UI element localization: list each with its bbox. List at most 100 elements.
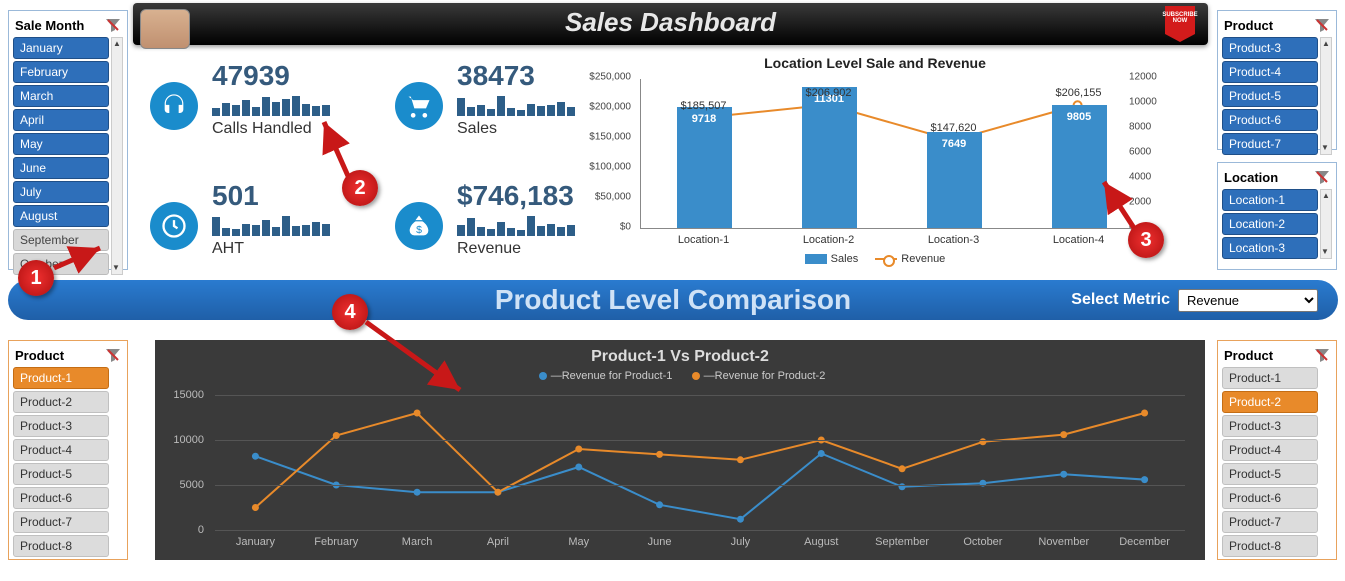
slicer-product-right[interactable]: Product Product-1Product-2Product-3Produ… — [1217, 340, 1337, 560]
slicer-item[interactable]: Location-1 — [1222, 189, 1318, 211]
slicer-item[interactable]: April — [13, 109, 109, 131]
kpi-value: 501 — [212, 180, 259, 212]
section-title: Product Level Comparison — [495, 284, 851, 316]
slicer-item[interactable]: Product-6 — [13, 487, 109, 509]
chart-legend: —Revenue for Product-1 —Revenue for Prod… — [155, 370, 1205, 382]
chart-title: Product-1 Vs Product-2 — [155, 340, 1205, 366]
slicer-title: Product — [1224, 18, 1273, 33]
x-tick: February — [314, 536, 358, 548]
kpi-value: 47939 — [212, 60, 290, 92]
slicer-item[interactable]: July — [13, 181, 109, 203]
slicer-title: Product — [1224, 348, 1273, 363]
x-tick: August — [804, 536, 838, 548]
slicer-item[interactable]: Product-3 — [1222, 37, 1318, 59]
slicer-item[interactable]: Product-1 — [13, 367, 109, 389]
callout-2: 2 — [342, 170, 378, 206]
slicer-item[interactable]: January — [13, 37, 109, 59]
clear-filter-icon[interactable] — [105, 17, 121, 33]
moneybag-icon: $ — [395, 202, 443, 250]
bar: 7649 — [927, 132, 982, 228]
kpi-sales: 38473 Sales — [395, 60, 585, 150]
slicer-sale-month[interactable]: Sale Month ▲▼ JanuaryFebruaryMarchAprilM… — [8, 10, 128, 270]
avatar — [140, 9, 190, 49]
slicer-item[interactable]: Product-7 — [13, 511, 109, 533]
scrollbar[interactable]: ▲▼ — [111, 37, 123, 275]
slicer-item[interactable]: June — [13, 157, 109, 179]
slicer-item[interactable]: Product-4 — [1222, 61, 1318, 83]
kpi-label: AHT — [212, 240, 244, 258]
section-bar-product-comparison: Product Level Comparison Select Metric R… — [8, 280, 1338, 320]
slicer-product-top[interactable]: Product ▲▼ Product-3Product-4Product-5Pr… — [1217, 10, 1337, 150]
metric-select[interactable]: Revenue — [1178, 289, 1318, 312]
kpi-label: Revenue — [457, 240, 521, 258]
kpi-value: 38473 — [457, 60, 535, 92]
slicer-location[interactable]: Location ▲▼ Location-1Location-2Location… — [1217, 162, 1337, 270]
bar: 9805 — [1052, 105, 1107, 228]
sparkline — [212, 96, 330, 116]
slicer-item[interactable]: Product-6 — [1222, 487, 1318, 509]
kpi-label: Calls Handled — [212, 120, 312, 138]
headset-icon — [150, 82, 198, 130]
clear-filter-icon[interactable] — [1314, 169, 1330, 185]
x-tick: Location-4 — [1053, 234, 1104, 246]
bar: 11301 — [802, 87, 857, 228]
slicer-item[interactable]: May — [13, 133, 109, 155]
legend-series-1: Revenue for Product-1 — [562, 370, 673, 382]
chart-product-comparison: Product-1 Vs Product-2 —Revenue for Prod… — [155, 340, 1205, 560]
x-tick: May — [568, 536, 589, 548]
clear-filter-icon[interactable] — [1314, 347, 1330, 363]
chart-legend: Sales Revenue — [585, 253, 1165, 265]
slicer-item[interactable]: February — [13, 61, 109, 83]
kpi-value: $746,183 — [457, 180, 574, 212]
scrollbar[interactable]: ▲▼ — [1320, 37, 1332, 155]
slicer-item[interactable]: Product-6 — [1222, 109, 1318, 131]
slicer-item[interactable]: Product-8 — [13, 535, 109, 557]
x-tick: Location-3 — [928, 234, 979, 246]
slicer-item[interactable]: Product-1 — [1222, 367, 1318, 389]
clear-filter-icon[interactable] — [105, 347, 121, 363]
data-label: $185,507 — [681, 100, 727, 112]
kpi-revenue: $ $746,183 Revenue — [395, 180, 585, 270]
slicer-item[interactable]: Product-2 — [13, 391, 109, 413]
slicer-item[interactable]: March — [13, 85, 109, 107]
svg-text:$: $ — [416, 224, 422, 236]
slicer-item[interactable]: Product-4 — [13, 439, 109, 461]
kpi-label: Sales — [457, 120, 497, 138]
x-tick: November — [1038, 536, 1089, 548]
slicer-item[interactable]: Product-5 — [1222, 85, 1318, 107]
x-tick: Location-1 — [678, 234, 729, 246]
slicer-item[interactable]: Location-2 — [1222, 213, 1318, 235]
slicer-item[interactable]: Product-3 — [1222, 415, 1318, 437]
legend-sales: Sales — [831, 253, 859, 265]
slicer-item[interactable]: Product-5 — [1222, 463, 1318, 485]
kpi-aht: 501 AHT — [150, 180, 360, 270]
slicer-item[interactable]: Location-3 — [1222, 237, 1318, 259]
slicer-item[interactable]: Product-7 — [1222, 133, 1318, 155]
x-tick: December — [1119, 536, 1170, 548]
data-label: $206,902 — [806, 87, 852, 99]
data-label: $147,620 — [931, 122, 977, 134]
slicer-title: Location — [1224, 170, 1278, 185]
data-label: $206,155 — [1056, 87, 1102, 99]
slicer-item[interactable]: August — [13, 205, 109, 227]
slicer-product-left[interactable]: Product Product-1Product-2Product-3Produ… — [8, 340, 128, 560]
dashboard-title-bar: Sales Dashboard — [133, 3, 1208, 45]
kpi-calls-handled: 47939 Calls Handled — [150, 60, 360, 150]
x-tick: July — [731, 536, 751, 548]
slicer-item[interactable]: Product-7 — [1222, 511, 1318, 533]
callout-3: 3 — [1128, 222, 1164, 258]
slicer-item[interactable]: Product-3 — [13, 415, 109, 437]
clear-filter-icon[interactable] — [1314, 17, 1330, 33]
slicer-item[interactable]: Product-8 — [1222, 535, 1318, 557]
x-tick: January — [236, 536, 275, 548]
slicer-item[interactable]: Product-2 — [1222, 391, 1318, 413]
slicer-item[interactable]: Product-5 — [13, 463, 109, 485]
clock-icon — [150, 202, 198, 250]
slicer-item[interactable]: September — [13, 229, 109, 251]
subscribe-ribbon[interactable]: SUBSCRIBENOW — [1157, 6, 1203, 44]
slicer-item[interactable]: Product-4 — [1222, 439, 1318, 461]
callout-4: 4 — [332, 294, 368, 330]
chart-location-sale-revenue: Location Level Sale and Revenue $0$50,00… — [585, 55, 1165, 265]
legend-series-2: Revenue for Product-2 — [715, 370, 826, 382]
scrollbar[interactable]: ▲▼ — [1320, 189, 1332, 259]
